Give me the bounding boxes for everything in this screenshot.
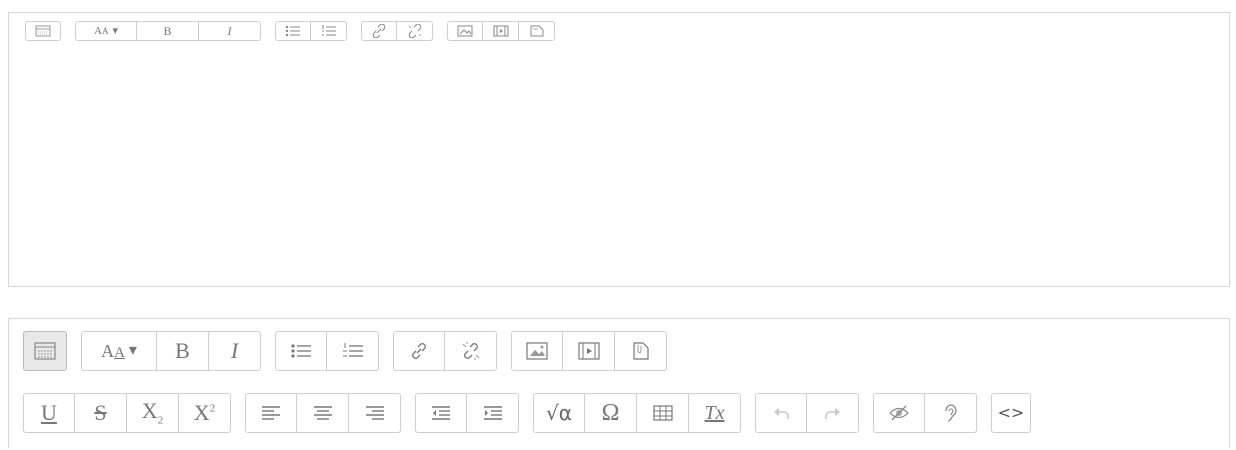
paragraph-styles-button[interactable]: AA ▾ (75, 21, 137, 41)
files-icon (631, 341, 651, 361)
italic-icon: I (227, 24, 232, 38)
unordered-list-button[interactable] (275, 331, 327, 371)
eye-slash-icon (888, 405, 910, 421)
align-right-icon (365, 405, 385, 421)
ordered-list-icon (321, 25, 337, 37)
accessibility-checker-button[interactable] (925, 393, 977, 433)
show-more-buttons-icon (35, 25, 51, 37)
subscript-icon: X2 (141, 397, 164, 427)
omega-icon: Ω (601, 400, 620, 426)
media-icon (577, 342, 600, 360)
unlink-icon (461, 341, 481, 361)
editor-collapsed: AA ▾ B I (8, 12, 1230, 287)
manage-files-button[interactable] (615, 331, 667, 371)
ear-icon (943, 403, 959, 423)
outdent-icon (431, 405, 451, 421)
special-character-button[interactable]: Ω (585, 393, 637, 433)
undo-icon (772, 406, 790, 420)
link-button[interactable] (361, 21, 397, 41)
unlink-button[interactable] (397, 21, 433, 41)
bold-icon: B (175, 338, 190, 363)
media-icon (493, 25, 509, 37)
link-button[interactable] (393, 331, 445, 371)
unordered-list-icon (290, 343, 312, 359)
clear-formatting-icon: Tx (704, 402, 725, 424)
files-icon (529, 25, 545, 37)
unlink-icon (407, 24, 423, 38)
insert-image-button[interactable] (447, 21, 483, 41)
paragraph-styles-icon: AA (101, 340, 125, 361)
indent-icon (483, 405, 503, 421)
superscript-button[interactable]: X2 (179, 393, 231, 433)
paragraph-styles-button[interactable]: AA ▾ (81, 331, 157, 371)
bold-button[interactable]: B (137, 21, 199, 41)
link-icon (371, 24, 387, 38)
code-icon: <> (997, 403, 1025, 422)
redo-button[interactable] (807, 393, 859, 433)
image-icon (457, 25, 473, 37)
chevron-down-icon: ▾ (128, 342, 137, 359)
screenreader-helper-button[interactable] (873, 393, 925, 433)
align-center-button[interactable] (297, 393, 349, 433)
unordered-list-icon (285, 25, 301, 37)
insert-media-button[interactable] (483, 21, 519, 41)
italic-icon: I (230, 338, 239, 363)
align-right-button[interactable] (349, 393, 401, 433)
strikethrough-button[interactable]: S (75, 393, 127, 433)
toolbar-collapsed: AA ▾ B I (25, 21, 569, 41)
paragraph-styles-icon: AA (94, 24, 109, 37)
insert-table-button[interactable] (637, 393, 689, 433)
underline-icon: U (41, 400, 57, 425)
show-more-buttons-icon (34, 342, 56, 360)
ordered-list-button[interactable] (327, 331, 379, 371)
underline-button[interactable]: U (23, 393, 75, 433)
editor-expanded: AA ▾ B I U S X2 X2 √α Ω Tx <> (8, 318, 1230, 448)
bold-button[interactable]: B (157, 331, 209, 371)
indent-button[interactable] (467, 393, 519, 433)
clear-formatting-button[interactable]: Tx (689, 393, 741, 433)
chevron-down-icon: ▾ (112, 24, 118, 37)
link-icon (409, 341, 429, 361)
italic-button[interactable]: I (199, 21, 261, 41)
ordered-list-icon (342, 343, 364, 359)
italic-button[interactable]: I (209, 331, 261, 371)
insert-image-button[interactable] (511, 331, 563, 371)
subscript-button[interactable]: X2 (127, 393, 179, 433)
unlink-button[interactable] (445, 331, 497, 371)
equation-icon: √α (546, 401, 572, 425)
align-left-icon (261, 405, 281, 421)
insert-media-button[interactable] (563, 331, 615, 371)
superscript-icon: X2 (193, 400, 216, 425)
unordered-list-button[interactable] (275, 21, 311, 41)
show-more-buttons-button[interactable] (23, 331, 67, 371)
redo-icon (824, 406, 842, 420)
html-source-button[interactable]: <> (991, 393, 1031, 433)
manage-files-button[interactable] (519, 21, 555, 41)
undo-button[interactable] (755, 393, 807, 433)
align-center-icon (313, 405, 333, 421)
bold-icon: B (163, 24, 172, 38)
toolbar-row-2: U S X2 X2 √α Ω Tx <> (23, 393, 1045, 433)
align-left-button[interactable] (245, 393, 297, 433)
ordered-list-button[interactable] (311, 21, 347, 41)
show-more-buttons-button[interactable] (25, 21, 61, 41)
strikethrough-icon: S (94, 400, 107, 425)
image-icon (526, 342, 548, 360)
table-icon (652, 405, 673, 421)
equation-editor-button[interactable]: √α (533, 393, 585, 433)
outdent-button[interactable] (415, 393, 467, 433)
toolbar-row-1: AA ▾ B I (23, 331, 681, 371)
